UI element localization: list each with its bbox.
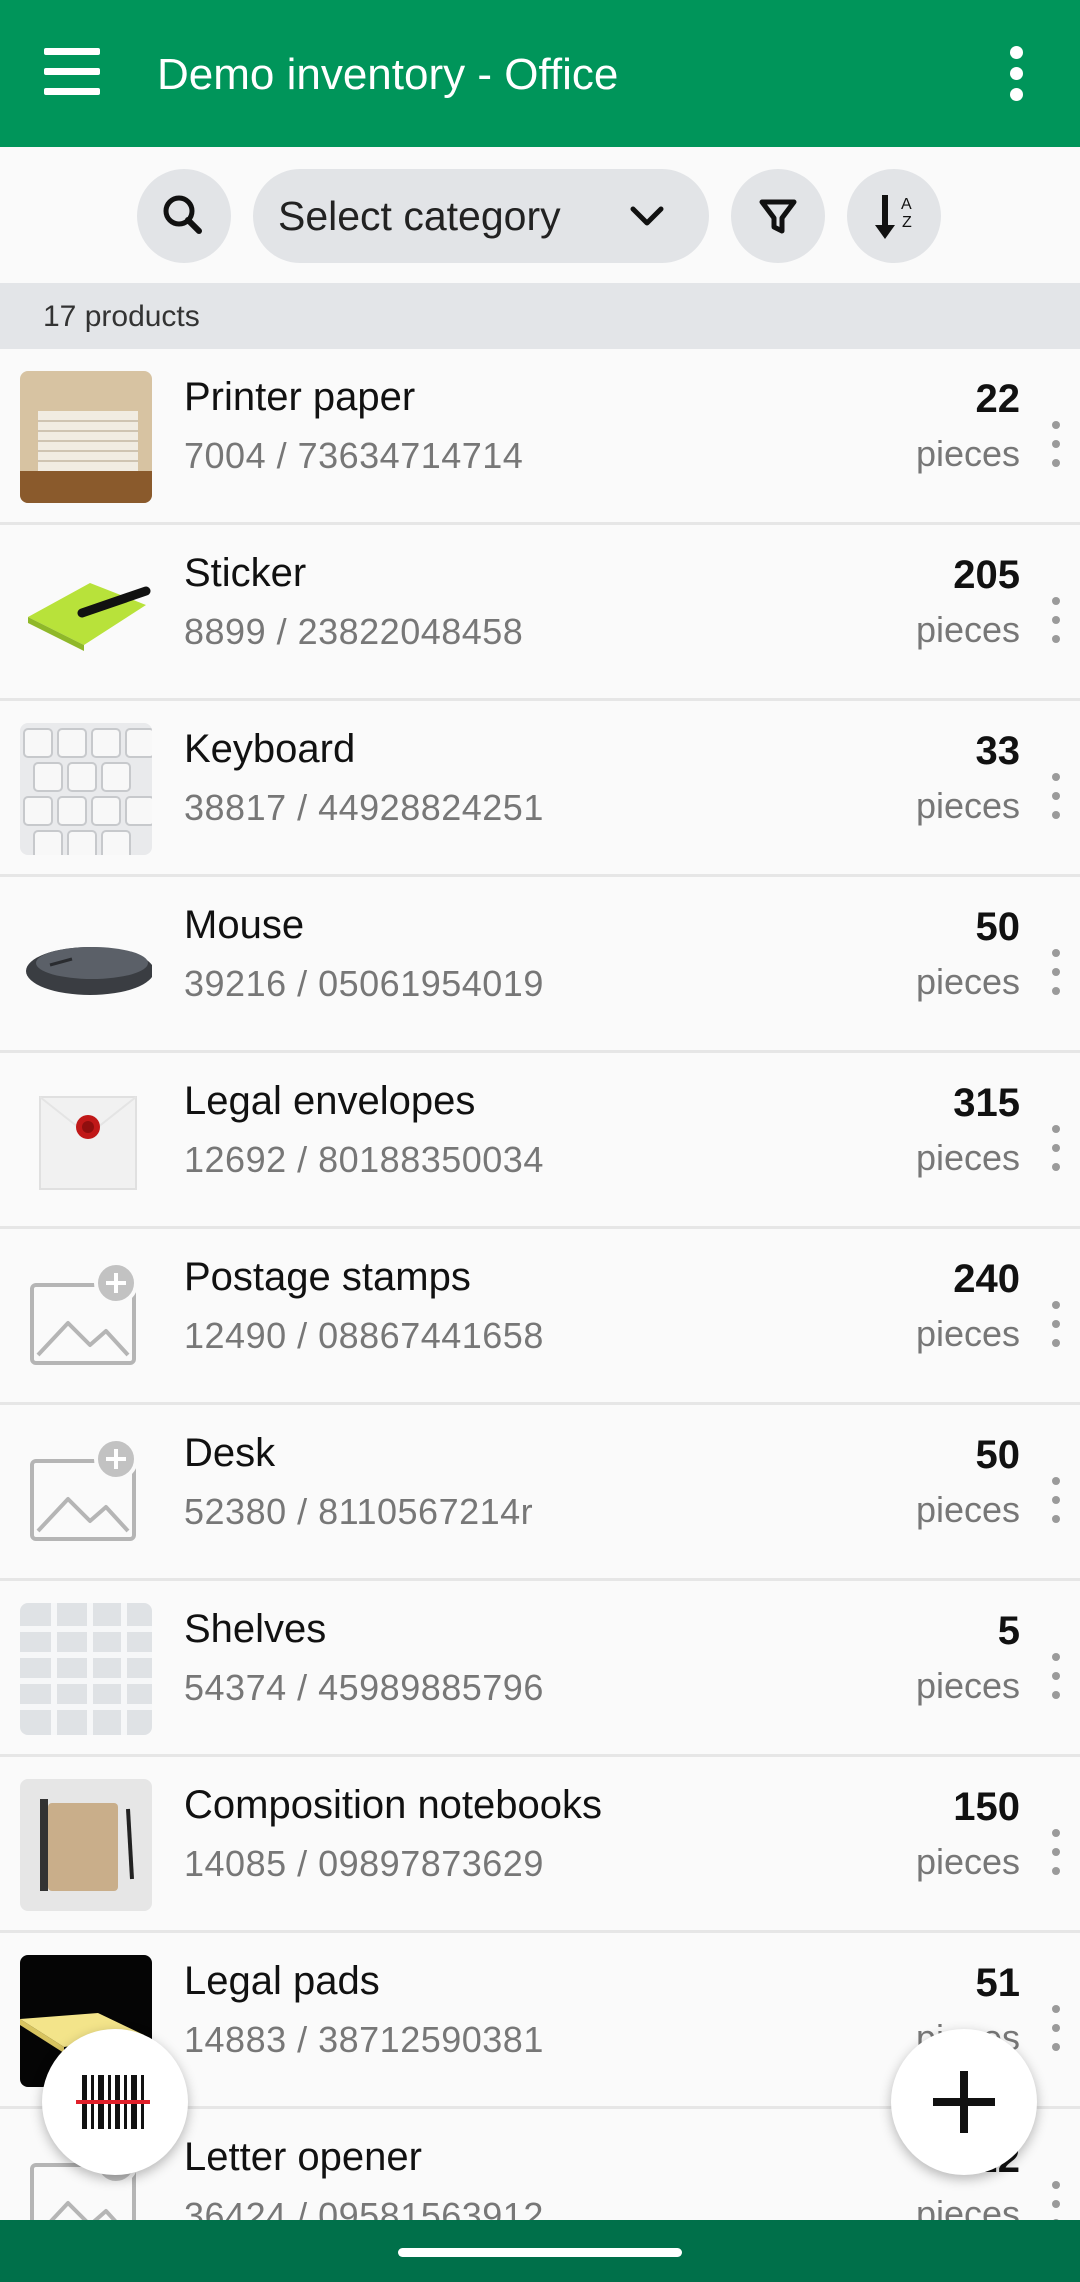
product-quantity: 315 [953,1081,1020,1125]
product-row-mouse[interactable]: Mouse 39216 / 05061954019 50 pieces [0,877,1080,1053]
product-unit: pieces [915,1665,1020,1706]
product-name: Printer paper [184,375,416,419]
barcode-scan-icon [76,2075,150,2129]
product-row-legal-envelopes[interactable]: Legal envelopes 12692 / 80188350034 315 … [0,1053,1080,1229]
product-quantity: 50 [975,1433,1021,1477]
product-row-desk[interactable]: Desk 52380 / 8110567214r 50 pieces [0,1405,1080,1581]
product-row-composition-notebooks[interactable]: Composition notebooks 14085 / 0989787362… [0,1757,1080,1933]
row-more-icon[interactable] [1050,1829,1062,1875]
product-name: Keyboard [184,727,356,771]
product-code: 14085 / 09897873629 [184,1843,544,1884]
product-quantity: 240 [953,1257,1020,1301]
product-code: 36424 / 09581563912 [184,2195,544,2220]
product-code: 54374 / 45989885796 [184,1667,544,1708]
category-select[interactable]: Select category [253,169,709,263]
scan-barcode-button[interactable] [42,2029,188,2175]
filter-button[interactable] [731,169,825,263]
sort-az-icon: A Z [875,195,912,239]
row-more-icon[interactable] [1050,1477,1062,1523]
product-unit: pieces [915,1313,1020,1354]
product-code: 7004 / 73634714714 [184,435,524,476]
product-unit: pieces [915,609,1020,650]
add-product-button[interactable] [891,2029,1037,2175]
product-quantity: 50 [975,905,1021,949]
product-code: 52380 / 8110567214r [184,1491,534,1532]
product-quantity: 205 [953,553,1020,597]
filter-toolbar: Select category A Z [0,147,1080,283]
product-unit: pieces [915,961,1020,1002]
row-more-icon[interactable] [1050,1301,1062,1347]
product-unit: pieces [915,433,1020,474]
product-image-printer-paper [20,371,152,503]
plus-icon [933,2071,995,2133]
product-quantity: 33 [975,729,1021,773]
product-name: Postage stamps [184,1255,471,1299]
system-nav-bar [0,2220,1080,2282]
product-image-mouse [20,899,152,1031]
row-more-icon[interactable] [1050,2181,1062,2220]
svg-text:A: A [901,196,912,213]
product-row-printer-paper[interactable]: Printer paper 7004 / 73634714714 22 piec… [0,349,1080,525]
product-name: Letter opener [184,2135,422,2179]
product-name: Legal envelopes [184,1079,476,1123]
sort-button[interactable]: A Z [847,169,941,263]
product-quantity: 51 [975,1961,1021,2005]
product-code: 14883 / 38712590381 [184,2019,544,2060]
product-code: 12490 / 08867441658 [184,1315,544,1356]
more-vert-icon[interactable] [1005,46,1029,102]
product-name: Mouse [184,903,305,947]
product-name: Sticker [184,551,307,595]
app-bar: Demo inventory - Office [0,0,1080,147]
row-more-icon[interactable] [1050,773,1062,819]
product-unit: pieces [915,785,1020,826]
svg-text:Z: Z [902,214,912,231]
product-quantity: 150 [953,1785,1020,1829]
row-more-icon[interactable] [1050,949,1062,995]
product-unit: pieces [915,1841,1020,1882]
product-name: Desk [184,1431,276,1475]
product-image-keyboard [20,723,152,855]
product-code: 12692 / 80188350034 [184,1139,544,1180]
product-name: Legal pads [184,1959,380,2003]
search-button[interactable] [137,169,231,263]
page-title: Demo inventory - Office [157,50,619,99]
home-gesture-handle[interactable] [398,2248,682,2257]
product-count: 17 products [43,300,200,333]
product-image-envelope [20,1075,152,1207]
product-row-postage-stamps[interactable]: Postage stamps 12490 / 08867441658 240 p… [0,1229,1080,1405]
hamburger-menu-icon[interactable] [44,48,100,96]
product-image-shelves [20,1603,152,1735]
product-unit: pieces [915,2193,1020,2220]
product-unit: pieces [915,1137,1020,1178]
product-quantity: 5 [997,1609,1020,1653]
category-select-label: Select category [278,193,561,239]
chevron-down-icon [630,206,664,226]
product-image-sticker [20,547,152,679]
product-row-shelves[interactable]: Shelves 54374 / 45989885796 5 pieces [0,1581,1080,1757]
product-list[interactable]: Printer paper 7004 / 73634714714 22 piec… [0,349,1080,2220]
product-name: Shelves [184,1607,327,1651]
add-image-placeholder-icon[interactable] [20,1427,152,1559]
product-unit: pieces [915,1489,1020,1530]
add-image-placeholder-icon[interactable] [20,1251,152,1383]
product-code: 39216 / 05061954019 [184,963,544,1004]
row-more-icon[interactable] [1050,421,1062,467]
row-more-icon[interactable] [1050,597,1062,643]
product-row-keyboard[interactable]: Keyboard 38817 / 44928824251 33 pieces [0,701,1080,877]
product-code: 8899 / 23822048458 [184,611,524,652]
product-count-bar: 17 products [0,283,1080,349]
product-row-sticker[interactable]: Sticker 8899 / 23822048458 205 pieces [0,525,1080,701]
product-name: Composition notebooks [184,1783,603,1827]
filter-icon [759,199,797,234]
product-quantity: 22 [975,377,1021,421]
row-more-icon[interactable] [1050,1653,1062,1699]
row-more-icon[interactable] [1050,2005,1062,2051]
product-code: 38817 / 44928824251 [184,787,544,828]
product-image-notebook [20,1779,152,1911]
row-more-icon[interactable] [1050,1125,1062,1171]
search-icon [163,195,202,234]
